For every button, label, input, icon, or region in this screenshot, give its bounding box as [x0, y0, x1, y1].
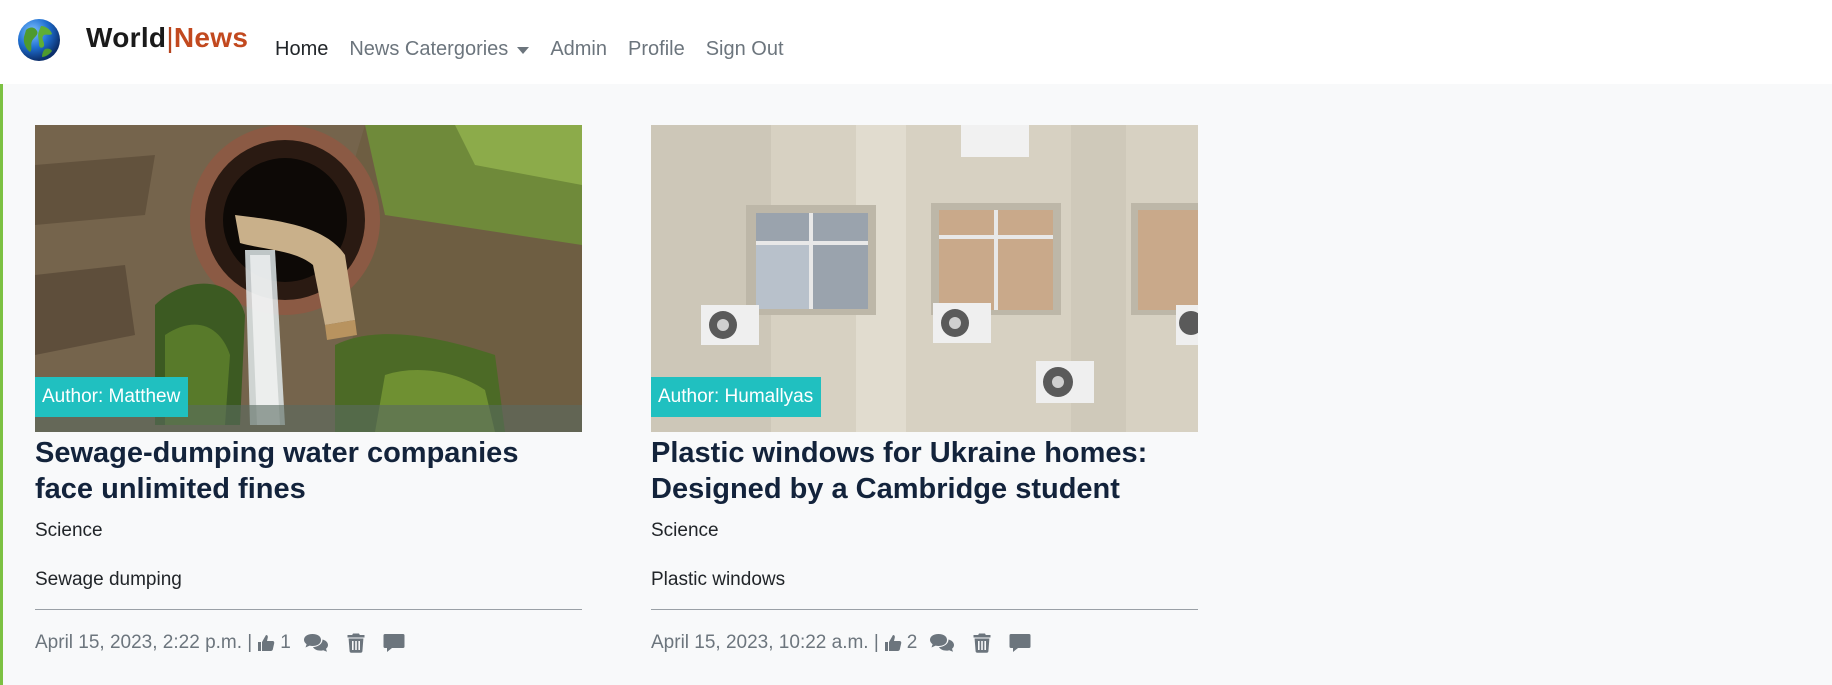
navbar: World|News Home News Catergories Admin P… — [0, 0, 1832, 84]
brand-title[interactable]: World|News — [86, 22, 248, 54]
article-subtitle: Plastic windows — [651, 569, 786, 590]
article-card: Author: Humallyas Plastic windows for Uk… — [651, 125, 1198, 654]
author-badge: Author: Humallyas — [651, 377, 822, 417]
article-title[interactable]: Plastic windows for Ukraine homes: Desig… — [651, 435, 1198, 507]
article-category: Science — [35, 520, 103, 541]
brand-world: World — [86, 22, 167, 53]
article-category: Science — [651, 520, 719, 541]
nav-links: Home News Catergories Admin Profile Sign… — [275, 38, 805, 61]
article-footer: April 15, 2023, 2:22 p.m. | 1 — [35, 632, 582, 654]
comment-icon[interactable] — [1009, 633, 1031, 653]
article-image[interactable]: Author: Matthew — [35, 125, 582, 432]
brand-separator: | — [166, 22, 174, 53]
divider — [651, 609, 1198, 610]
comment-icon[interactable] — [383, 633, 405, 653]
nav-categories-dropdown[interactable]: News Catergories — [349, 38, 530, 61]
comments-icon[interactable] — [929, 633, 955, 653]
article-date: April 15, 2023, 10:22 a.m. | — [651, 632, 879, 653]
trash-icon[interactable] — [973, 633, 991, 653]
comments-icon[interactable] — [303, 633, 329, 653]
nav-admin[interactable]: Admin — [550, 38, 607, 61]
nav-categories-label: News Catergories — [349, 38, 509, 60]
like-count: 1 — [280, 632, 291, 653]
left-accent-bar — [0, 0, 3, 685]
article-footer: April 15, 2023, 10:22 a.m. | 2 — [651, 632, 1198, 654]
article-image[interactable]: Author: Humallyas — [651, 125, 1198, 432]
thumbs-up-icon[interactable] — [256, 633, 276, 653]
nav-signout[interactable]: Sign Out — [706, 38, 784, 61]
like-count: 2 — [906, 632, 918, 653]
nav-home[interactable]: Home — [275, 38, 328, 61]
globe-logo-icon[interactable] — [17, 18, 61, 62]
trash-icon[interactable] — [347, 633, 365, 653]
article-card: Author: Matthew Sewage-dumping water com… — [35, 125, 582, 654]
thumbs-up-icon[interactable] — [883, 633, 903, 653]
nav-profile[interactable]: Profile — [628, 38, 685, 61]
article-date: April 15, 2023, 2:22 p.m. | — [35, 632, 253, 653]
divider — [35, 609, 582, 610]
brand-news: News — [173, 22, 249, 53]
caret-down-icon — [517, 47, 530, 54]
author-badge: Author: Matthew — [35, 377, 189, 417]
article-title[interactable]: Sewage-dumping water companies face unli… — [35, 435, 582, 507]
article-subtitle: Sewage dumping — [35, 569, 182, 590]
